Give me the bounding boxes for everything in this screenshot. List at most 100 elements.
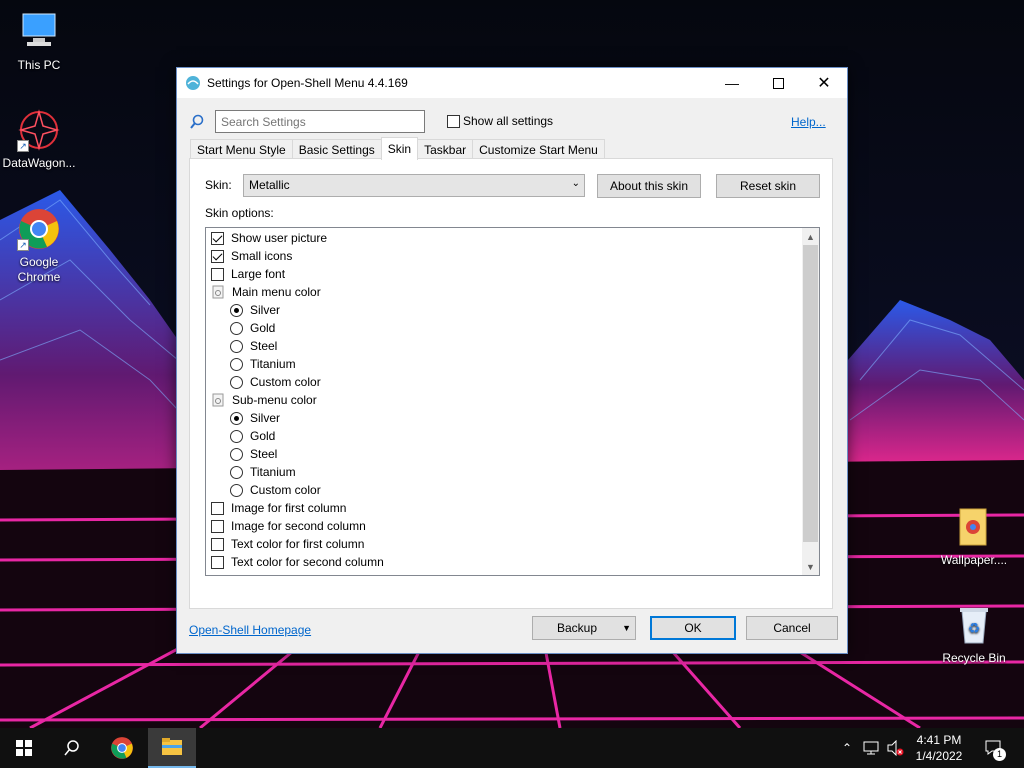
backup-button[interactable]: Backup ▼	[532, 616, 636, 640]
show-all-checkbox-box[interactable]	[447, 114, 460, 128]
clock[interactable]: 4:41 PM 1/4/2022	[910, 728, 968, 768]
radio-unselected[interactable]	[230, 321, 243, 335]
search-button[interactable]	[48, 728, 96, 768]
scroll-up-icon[interactable]: ▲	[802, 228, 819, 245]
settings-group-icon	[212, 285, 224, 299]
radio-option[interactable]: Custom color	[230, 481, 321, 499]
ok-button[interactable]: OK	[650, 616, 736, 640]
checkbox-option[interactable]: Large font	[211, 265, 285, 283]
skin-options-label: Skin options:	[205, 206, 274, 220]
scroll-down-icon[interactable]: ▼	[802, 558, 819, 575]
checkbox-option[interactable]: Text color for second column	[211, 553, 384, 571]
maximize-button[interactable]	[755, 68, 801, 98]
checkbox-option[interactable]: Show user picture	[211, 229, 327, 247]
shortcut-arrow-icon: ↗	[17, 239, 29, 251]
radio-unselected[interactable]	[230, 447, 243, 461]
radio-option[interactable]: Silver	[230, 409, 280, 427]
radio-unselected[interactable]	[230, 465, 243, 479]
checkbox-unchecked[interactable]	[211, 267, 224, 281]
radio-option[interactable]: Custom color	[230, 373, 321, 391]
scrollbar-thumb[interactable]	[803, 245, 818, 542]
radio-option[interactable]: Gold	[230, 319, 275, 337]
tab-start-menu-style[interactable]: Start Menu Style	[190, 139, 293, 160]
radio-unselected[interactable]	[230, 375, 243, 389]
folder-icon	[952, 505, 996, 549]
close-icon: ✕	[817, 75, 831, 92]
desktop-icon-this-pc[interactable]: This PC	[1, 10, 77, 73]
chevron-down-icon: ⌄	[571, 178, 580, 189]
desktop-icon-google-chrome[interactable]: ↗ Google Chrome	[1, 207, 77, 285]
desktop-icon-datawagon[interactable]: ↗ DataWagon...	[1, 108, 77, 171]
radio-option[interactable]: Silver	[230, 301, 280, 319]
desktop-icon-label: Wallpaper....	[940, 553, 1008, 567]
windows-logo-icon	[16, 740, 32, 756]
title-bar[interactable]: Settings for Open-Shell Menu 4.4.169 — ✕	[177, 68, 847, 98]
checkbox-option[interactable]: Image for first column	[211, 499, 346, 517]
option-label: Titanium	[250, 357, 296, 371]
chevron-up-icon: ⌃	[841, 741, 853, 755]
checkbox-option[interactable]: Text color for first column	[211, 535, 364, 553]
radio-unselected[interactable]	[230, 483, 243, 497]
radio-option[interactable]: Steel	[230, 337, 277, 355]
checkbox-unchecked[interactable]	[211, 519, 224, 533]
tab-skin[interactable]: Skin	[380, 137, 419, 160]
skin-panel: Skin: Metallic ⌄ About this skin Reset s…	[189, 158, 833, 609]
checkbox-unchecked[interactable]	[211, 501, 224, 515]
network-icon[interactable]	[860, 728, 882, 768]
reset-skin-button[interactable]: Reset skin	[716, 174, 820, 198]
checkbox-option[interactable]: Small icons	[211, 247, 292, 265]
about-skin-button[interactable]: About this skin	[597, 174, 701, 198]
radio-option[interactable]: Steel	[230, 445, 277, 463]
scrollbar[interactable]: ▲ ▼	[802, 228, 819, 575]
folder-icon	[162, 738, 182, 755]
radio-selected[interactable]	[230, 411, 243, 425]
taskbar-chrome[interactable]	[98, 728, 146, 768]
settings-group-icon	[212, 393, 224, 407]
option-label: Text color for first column	[231, 537, 365, 551]
option-label: Custom color	[250, 375, 321, 389]
radio-option[interactable]: Gold	[230, 427, 275, 445]
checkbox-checked[interactable]	[211, 231, 224, 245]
radio-option[interactable]: Titanium	[230, 463, 296, 481]
radio-unselected[interactable]	[230, 339, 243, 353]
action-center-button[interactable]: 1	[976, 728, 1012, 768]
recycle-bin-icon: ♻	[952, 603, 996, 647]
radio-option[interactable]: Titanium	[230, 355, 296, 373]
checkbox-option[interactable]: Image for second column	[211, 517, 366, 535]
option-group: Main menu color	[211, 283, 321, 301]
open-shell-homepage-link[interactable]: Open-Shell Homepage	[189, 623, 311, 637]
tab-taskbar[interactable]: Taskbar	[417, 139, 474, 160]
cancel-button[interactable]: Cancel	[746, 616, 838, 640]
show-hidden-icons-button[interactable]: ⌃	[838, 728, 856, 768]
skin-label: Skin:	[205, 178, 232, 192]
desktop-icon-recycle-bin[interactable]: ♻ Recycle Bin	[936, 603, 1012, 666]
tab-customize-start-menu[interactable]: Customize Start Menu	[472, 139, 605, 160]
desktop-icon-wallpaper[interactable]: Wallpaper....	[936, 505, 1012, 568]
tab-basic-settings[interactable]: Basic Settings	[291, 139, 382, 160]
radio-unselected[interactable]	[230, 429, 243, 443]
skin-options-list[interactable]: Show user picture Small icons Large font Ma…	[205, 227, 820, 576]
minimize-button[interactable]: —	[709, 68, 755, 98]
skin-select[interactable]: Metallic ⌄	[243, 174, 585, 197]
option-label: Main menu color	[232, 285, 321, 299]
volume-muted-icon[interactable]	[884, 728, 906, 768]
taskbar-file-explorer[interactable]	[148, 728, 196, 768]
close-button[interactable]: ✕	[801, 68, 847, 98]
show-all-settings-checkbox[interactable]: Show all settings	[447, 114, 553, 128]
show-all-label: Show all settings	[463, 114, 554, 128]
radio-selected[interactable]	[230, 303, 243, 317]
help-link[interactable]: Help...	[791, 115, 826, 129]
start-button[interactable]	[0, 728, 48, 768]
option-label: Image for second column	[231, 519, 366, 533]
checkbox-checked[interactable]	[211, 249, 224, 263]
desktop-icon-label: DataWagon...	[2, 156, 76, 170]
checkbox-unchecked[interactable]	[211, 537, 224, 551]
clock-time: 4:41 PM	[916, 733, 962, 747]
clock-date: 1/4/2022	[915, 749, 963, 763]
backup-label: Backup	[557, 621, 598, 635]
search-icon	[190, 114, 204, 129]
checkbox-unchecked[interactable]	[211, 555, 224, 569]
option-label: Sub-menu color	[232, 393, 317, 407]
search-input[interactable]	[215, 110, 425, 133]
radio-unselected[interactable]	[230, 357, 243, 371]
